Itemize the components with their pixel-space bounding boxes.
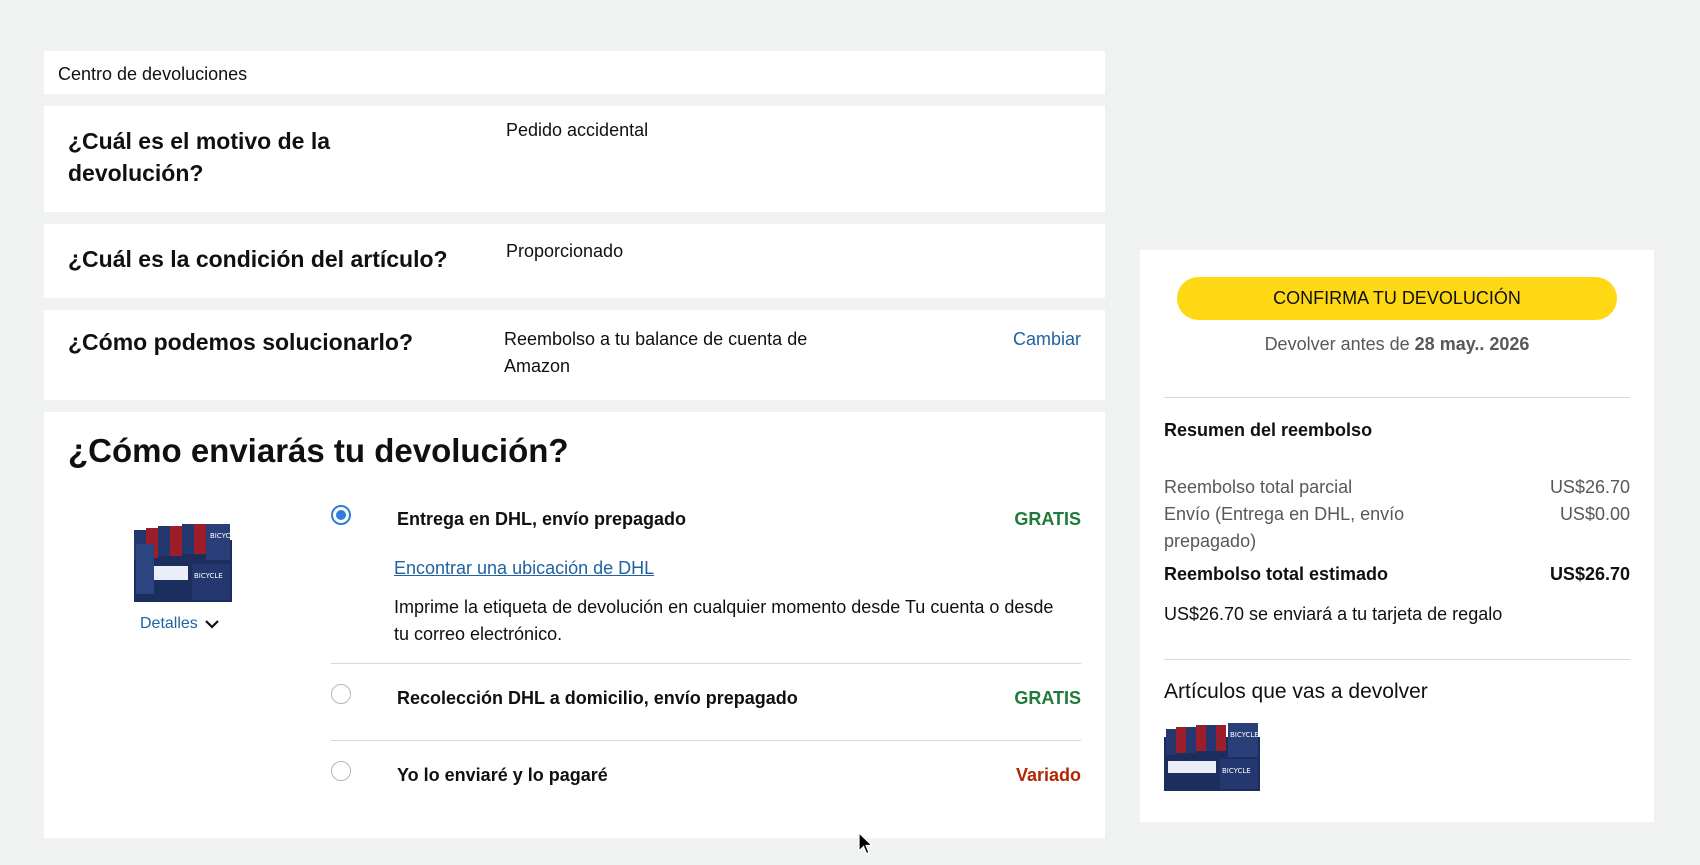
option-price: Variado: [1015, 765, 1081, 785]
refund-summary-panel: CONFIRMA TU DEVOLUCIÓN Devolver antes de…: [1140, 250, 1654, 822]
svg-text:BICYCLE: BICYCLE: [210, 532, 234, 540]
change-resolution-link[interactable]: Cambiar: [1013, 326, 1081, 353]
option-price: GRATIS: [1014, 688, 1081, 708]
option-label: Entrega en DHL, envío prepagado: [397, 509, 687, 529]
return-reason-question: ¿Cuál es el motivo de la devolución?: [68, 128, 331, 186]
resolution-question: ¿Cómo podemos solucionarlo?: [68, 329, 414, 355]
refund-partial-amount: US$26.70: [1549, 477, 1630, 497]
radio-self-ship[interactable]: [331, 761, 351, 781]
return-by-date: 28 may.. 2026: [1414, 334, 1530, 354]
breadcrumb[interactable]: Centro de devoluciones: [58, 64, 247, 85]
product-image: BICYCLE BICYCLE: [134, 524, 234, 602]
return-item-image[interactable]: BICYCLE BICYCLE: [1164, 723, 1260, 791]
option-price: GRATIS: [1014, 509, 1081, 529]
items-to-return-title: Artículos que vas a devolver: [1164, 680, 1428, 703]
divider: [331, 663, 1081, 664]
radio-dhl-dropoff[interactable]: [331, 505, 351, 525]
resolution-row: ¿Cómo podemos solucionarlo? Reembolso a …: [44, 310, 1105, 400]
divider: [1164, 397, 1630, 398]
confirm-return-button[interactable]: CONFIRMA TU DEVOLUCIÓN: [1177, 277, 1617, 320]
shipping-option-self-ship[interactable]: Yo lo enviaré y lo pagaré Variado: [331, 761, 1081, 791]
find-dhl-location-link[interactable]: Encontrar una ubicación de DHL: [394, 558, 654, 579]
shipping-cost-row: Envío (Entrega en DHL, envío prepagado) …: [1164, 501, 1630, 555]
refund-summary-title: Resumen del reembolso: [1164, 420, 1373, 440]
refund-total-row: Reembolso total estimado US$26.70: [1164, 561, 1630, 588]
return-by-text: Devolver antes de 28 may.. 2026: [1140, 334, 1654, 355]
mouse-cursor-icon: [858, 832, 874, 855]
refund-total-amount: US$26.70: [1549, 564, 1630, 584]
svg-text:BICYCLE: BICYCLE: [1230, 731, 1259, 739]
divider: [1164, 659, 1630, 660]
shipping-cost-amount: US$0.00: [1559, 504, 1630, 524]
item-condition-answer: Proporcionado: [506, 241, 624, 261]
breadcrumb-bar: Centro de devoluciones: [44, 51, 1105, 94]
item-condition-row: ¿Cuál es la condición del artículo? Prop…: [44, 224, 1105, 298]
chevron-down-icon: [205, 620, 219, 629]
details-label: Detalles: [140, 615, 198, 632]
shipping-cost-label: Envío (Entrega en DHL, envío prepagado): [1164, 504, 1405, 551]
refund-partial-label: Reembolso total parcial: [1164, 477, 1353, 497]
details-toggle[interactable]: Detalles: [140, 615, 220, 633]
gift-card-note: US$26.70 se enviará a tu tarjeta de rega…: [1164, 604, 1503, 624]
refund-total-label: Reembolso total estimado: [1164, 564, 1389, 584]
svg-text:BICYCLE: BICYCLE: [1222, 767, 1251, 775]
resolution-answer: Reembolso a tu balance de cuenta de Amaz…: [504, 329, 808, 376]
item-condition-question: ¿Cuál es la condición del artículo?: [68, 246, 448, 272]
svg-text:BICYCLE: BICYCLE: [194, 572, 223, 580]
shipping-option-dhl-pickup[interactable]: Recolección DHL a domicilio, envío prepa…: [331, 684, 1081, 714]
print-label-note: Imprime la etiqueta de devolución en cua…: [394, 597, 1054, 644]
divider: [331, 740, 1081, 741]
radio-dhl-pickup[interactable]: [331, 684, 351, 704]
refund-partial-row: Reembolso total parcial US$26.70: [1164, 474, 1630, 501]
shipping-option-dhl-dropoff[interactable]: Entrega en DHL, envío prepagado GRATIS: [331, 505, 1081, 535]
option-label: Recolección DHL a domicilio, envío prepa…: [397, 688, 798, 708]
option-label: Yo lo enviaré y lo pagaré: [397, 765, 608, 785]
return-reason-answer: Pedido accidental: [506, 120, 649, 140]
return-by-prefix: Devolver antes de: [1264, 334, 1410, 354]
shipping-method-title: ¿Cómo enviarás tu devolución?: [68, 432, 569, 469]
